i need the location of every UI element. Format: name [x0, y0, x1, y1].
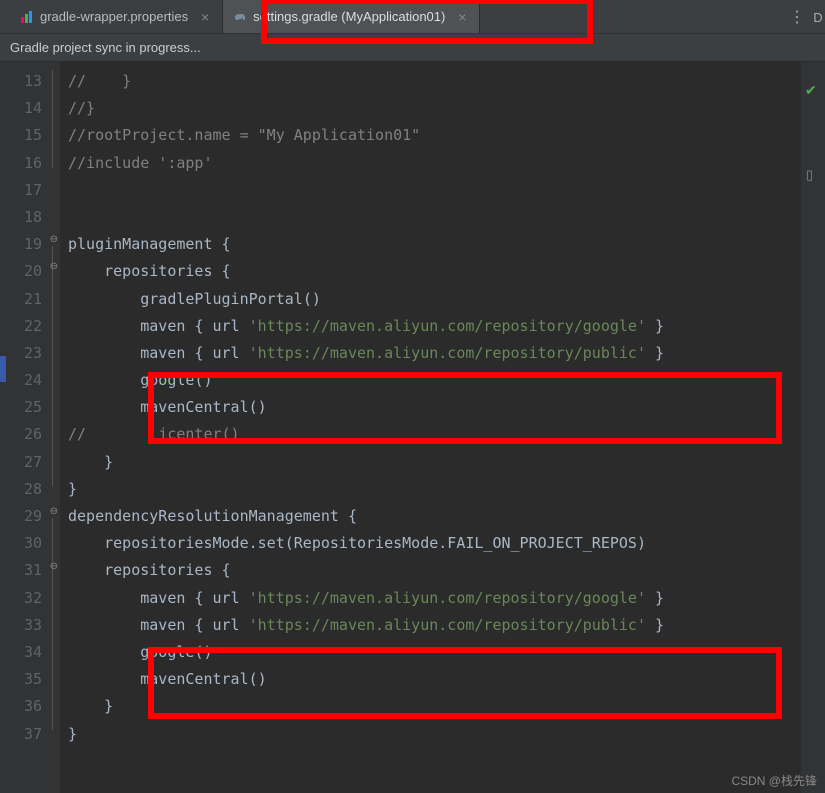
line-number: 29 — [0, 503, 42, 530]
tab-bar: gradle-wrapper.properties × settings.gra… — [0, 0, 825, 34]
code-line[interactable]: repositoriesMode.set(RepositoriesMode.FA… — [60, 530, 800, 557]
line-number: 13 — [0, 68, 42, 95]
tab-label: settings.gradle (MyApplication01) — [253, 9, 445, 24]
code-line[interactable]: } — [60, 476, 800, 503]
line-number: 20 — [0, 258, 42, 285]
line-number: 34 — [0, 639, 42, 666]
line-number: 21 — [0, 286, 42, 313]
doc-icon: ▯ — [806, 167, 813, 183]
code-line[interactable]: maven { url 'https://maven.aliyun.com/re… — [60, 340, 800, 367]
code-line[interactable]: mavenCentral() — [60, 394, 800, 421]
code-line[interactable] — [60, 204, 800, 231]
line-number: 18 — [0, 204, 42, 231]
line-number: 35 — [0, 666, 42, 693]
code-editor[interactable]: 1314151617181920212223242526272829303132… — [0, 62, 825, 793]
line-number: 30 — [0, 530, 42, 557]
line-number: 22 — [0, 313, 42, 340]
code-line[interactable]: //} — [60, 95, 800, 122]
elephant-icon — [233, 10, 247, 24]
code-line[interactable]: maven { url 'https://maven.aliyun.com/re… — [60, 585, 800, 612]
line-number: 32 — [0, 585, 42, 612]
check-icon: ✔ — [805, 82, 817, 99]
fold-area: ⊖ ⊖ ⊖ ⊖ — [46, 62, 60, 793]
code-line[interactable]: } — [60, 721, 800, 748]
code-line[interactable]: // } — [60, 68, 800, 95]
fold-marker[interactable]: ⊖ — [48, 261, 58, 271]
tab-menu-dots[interactable]: ⋮ — [789, 0, 805, 34]
line-number: 24 — [0, 367, 42, 394]
line-number: 19 — [0, 231, 42, 258]
fold-marker[interactable]: ⊖ — [48, 561, 58, 571]
line-gutter: 1314151617181920212223242526272829303132… — [0, 62, 60, 793]
code-line[interactable]: maven { url 'https://maven.aliyun.com/re… — [60, 313, 800, 340]
code-line[interactable]: google() — [60, 639, 800, 666]
close-icon[interactable]: × — [455, 10, 469, 24]
line-number: 23 — [0, 340, 42, 367]
active-line-marker — [0, 356, 6, 382]
fold-marker[interactable]: ⊖ — [48, 506, 58, 516]
line-number: 17 — [0, 177, 42, 204]
sync-status-text: Gradle project sync in progress... — [10, 40, 201, 55]
code-line[interactable]: google() — [60, 367, 800, 394]
code-line[interactable]: // jcenter() — [60, 421, 800, 448]
line-number: 26 — [0, 421, 42, 448]
code-line[interactable]: maven { url 'https://maven.aliyun.com/re… — [60, 612, 800, 639]
code-line[interactable]: //include ':app' — [60, 150, 800, 177]
line-number: 36 — [0, 693, 42, 720]
code-line[interactable]: repositories { — [60, 258, 800, 285]
line-number: 16 — [0, 150, 42, 177]
code-line[interactable]: mavenCentral() — [60, 666, 800, 693]
code-area[interactable]: // }//}//rootProject.name = "My Applicat… — [60, 62, 800, 793]
gradle-icon — [20, 10, 34, 24]
code-line[interactable]: pluginManagement { — [60, 231, 800, 258]
status-bar: Gradle project sync in progress... — [0, 34, 825, 62]
close-icon[interactable]: × — [198, 10, 212, 24]
watermark: CSDN @栈先锋 — [731, 772, 817, 789]
code-line[interactable]: } — [60, 449, 800, 476]
code-line[interactable]: dependencyResolutionManagement { — [60, 503, 800, 530]
fold-marker[interactable]: ⊖ — [48, 234, 58, 244]
code-line[interactable]: //rootProject.name = "My Application01" — [60, 122, 800, 149]
line-number: 14 — [0, 95, 42, 122]
line-number: 28 — [0, 476, 42, 503]
tab-gradle-wrapper[interactable]: gradle-wrapper.properties × — [10, 0, 223, 33]
inspection-gutter: ✔ ▯ — [800, 62, 825, 793]
line-number: 37 — [0, 721, 42, 748]
line-number: 27 — [0, 449, 42, 476]
code-line[interactable]: gradlePluginPortal() — [60, 286, 800, 313]
line-number: 31 — [0, 557, 42, 584]
line-number: 15 — [0, 122, 42, 149]
line-number: 25 — [0, 394, 42, 421]
line-number: 33 — [0, 612, 42, 639]
code-line[interactable] — [60, 177, 800, 204]
tab-settings-gradle[interactable]: settings.gradle (MyApplication01) × — [223, 0, 480, 33]
code-line[interactable]: repositories { — [60, 557, 800, 584]
code-line[interactable]: } — [60, 693, 800, 720]
right-panel-letter: D — [811, 0, 825, 34]
tab-label: gradle-wrapper.properties — [40, 9, 188, 24]
